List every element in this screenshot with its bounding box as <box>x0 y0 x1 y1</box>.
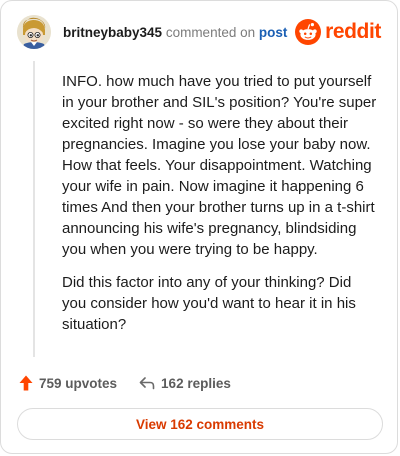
view-comments-button[interactable]: View 162 comments <box>17 408 383 440</box>
reddit-snoo-icon <box>295 19 322 45</box>
upvote-button[interactable]: 759 upvotes <box>19 375 117 391</box>
comment-paragraph: INFO. how much have you tried to put you… <box>62 73 377 258</box>
comment-paragraph: Did this factor into any of your thinkin… <box>62 274 356 333</box>
comment-card: britneybaby345 commented on post reddit … <box>0 0 398 454</box>
thread-line[interactable] <box>33 61 35 357</box>
upvote-arrow-icon <box>19 375 33 391</box>
post-link[interactable]: post <box>259 25 288 40</box>
comment-footer: 759 upvotes 162 replies <box>19 373 231 393</box>
avatar[interactable] <box>17 15 51 49</box>
reddit-wordmark: reddit <box>325 20 381 43</box>
reply-count: 162 replies <box>161 375 231 391</box>
comment-body: INFO. how much have you tried to put you… <box>62 71 378 347</box>
reply-button[interactable]: 162 replies <box>139 376 231 391</box>
comment-header: britneybaby345 commented on post <box>63 25 287 41</box>
username[interactable]: britneybaby345 <box>63 25 162 40</box>
reddit-brand: reddit <box>295 19 381 45</box>
upvote-count: 759 upvotes <box>39 375 118 391</box>
commented-on-text: commented on <box>165 25 256 40</box>
cartoon-avatar-icon <box>17 15 51 49</box>
reply-arrow-icon <box>139 377 155 390</box>
